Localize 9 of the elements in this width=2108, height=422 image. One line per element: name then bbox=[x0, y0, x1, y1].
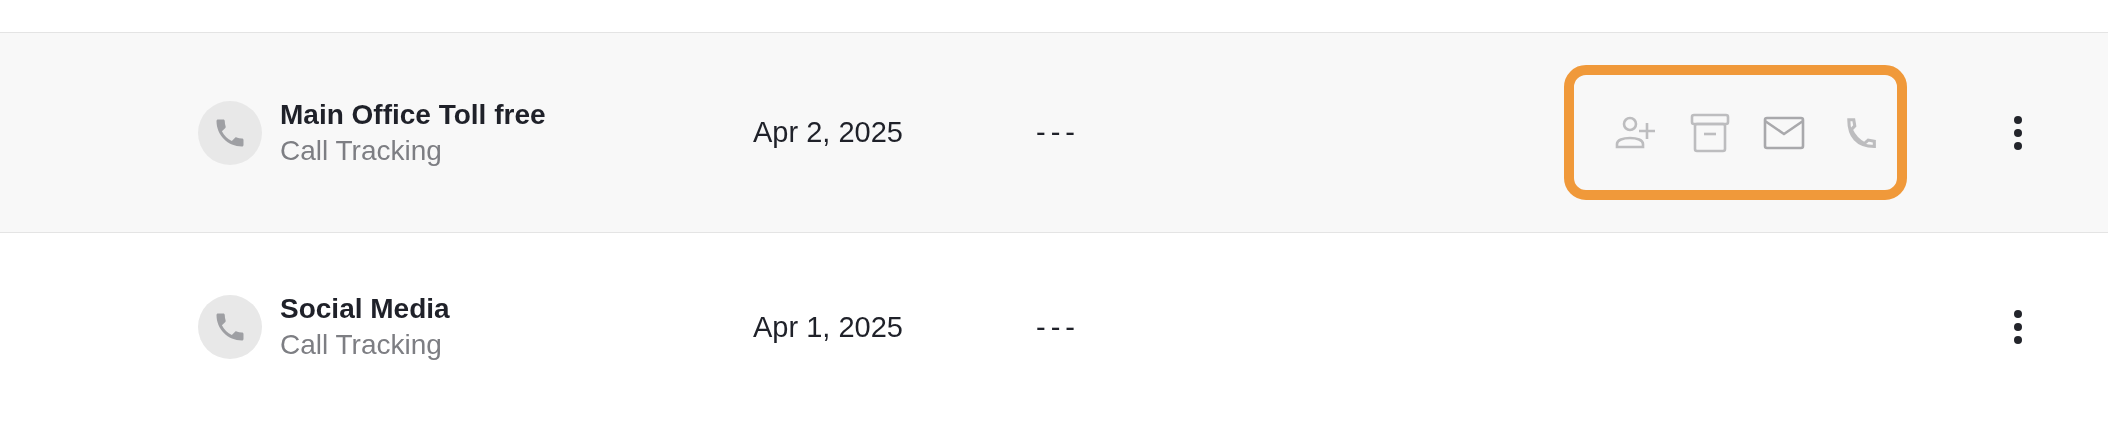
contact-name: Main Office Toll free bbox=[280, 98, 547, 131]
empty-value: --- bbox=[1036, 310, 1080, 343]
date-text: Apr 2, 2025 bbox=[753, 116, 904, 149]
source-label: Call Tracking bbox=[280, 134, 443, 167]
contact-name: Social Media bbox=[280, 293, 451, 325]
empty-value: --- bbox=[1036, 116, 1080, 148]
list-row[interactable]: Main Office Toll free Call Tracking Apr 2, 2025 --- bbox=[0, 33, 2108, 233]
source-label: Call Tracking bbox=[280, 329, 443, 361]
date-text: Apr 1, 2025 bbox=[753, 310, 904, 344]
